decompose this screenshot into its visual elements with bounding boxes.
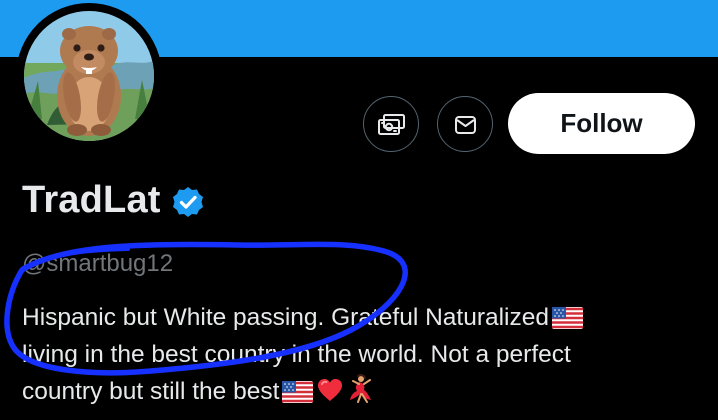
- follow-button[interactable]: Follow: [508, 93, 695, 154]
- verified-badge-icon: [172, 186, 203, 217]
- display-name-row: TradLat: [22, 176, 205, 224]
- profile-avatar-container[interactable]: [16, 3, 162, 149]
- money-tip-icon: [377, 113, 405, 135]
- profile-page: Follow TradLat @smartbug12 Hispanic but …: [0, 0, 718, 420]
- message-button[interactable]: [437, 96, 493, 152]
- bio-line-3: country but still the best: [22, 378, 280, 405]
- us-flag-emoji-icon: [552, 307, 584, 329]
- envelope-icon: [454, 115, 476, 134]
- bio-line-1: Hispanic but White passing. Grateful Nat…: [22, 304, 550, 331]
- dancing-woman-emoji-icon: [350, 374, 372, 403]
- display-name: TradLat: [22, 178, 161, 221]
- red-heart-emoji-icon: [318, 379, 343, 401]
- profile-bio: Hispanic but White passing. Grateful Nat…: [22, 299, 712, 410]
- profile-avatar[interactable]: [24, 11, 154, 141]
- capybara-avatar-illustration: [24, 11, 154, 141]
- tip-button[interactable]: [363, 96, 419, 152]
- bio-line-2: living in the best country in the world.…: [22, 341, 571, 368]
- profile-handle: @smartbug12: [22, 250, 174, 277]
- us-flag-emoji-icon: [282, 381, 314, 403]
